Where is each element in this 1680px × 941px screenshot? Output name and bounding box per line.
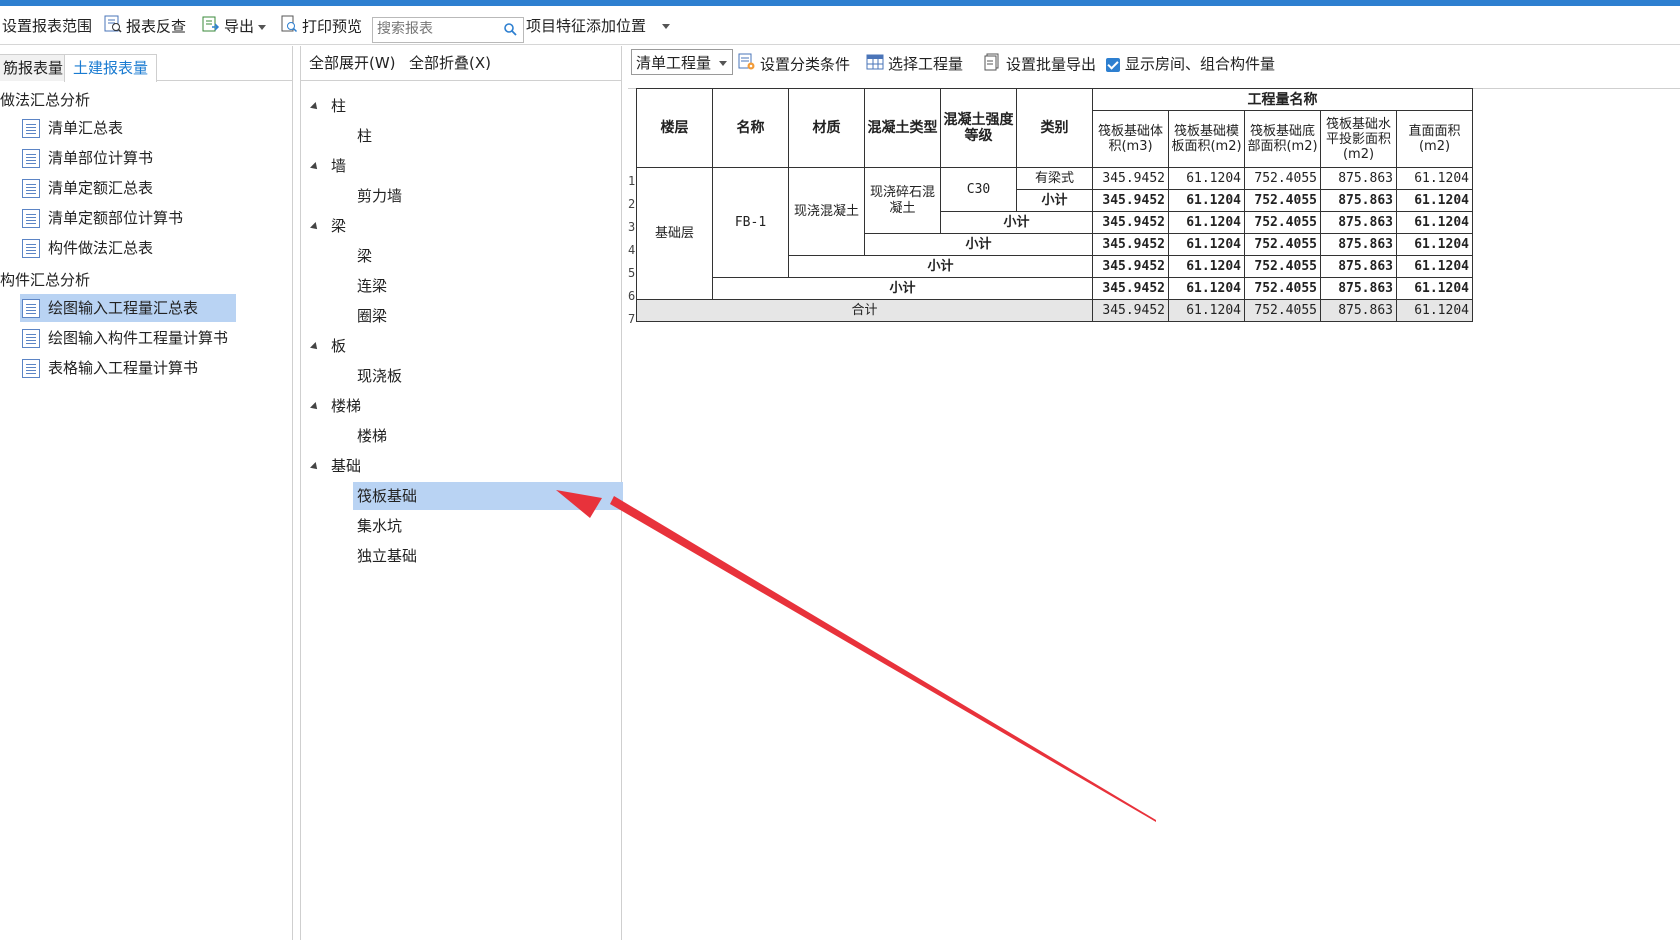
- arrow-head: [556, 490, 602, 518]
- arrow-shaft: [610, 496, 1156, 822]
- annotation-arrow: [556, 490, 1156, 822]
